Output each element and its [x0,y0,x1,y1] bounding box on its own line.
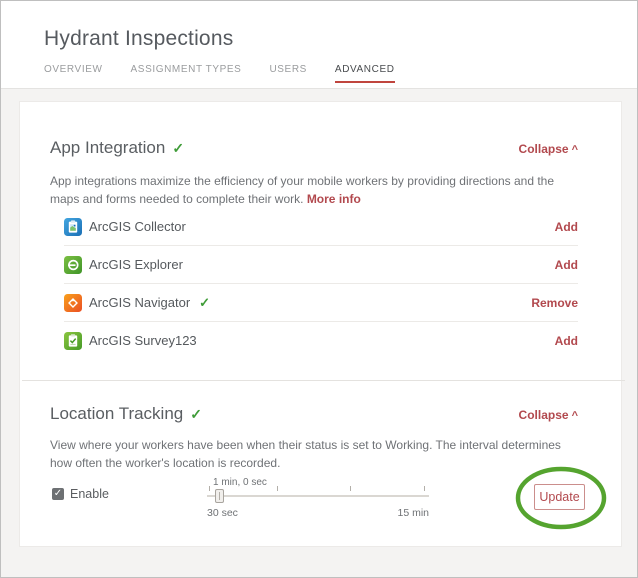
chevron-up-icon: ^ [572,410,578,422]
collector-add-link[interactable]: Add [555,220,578,234]
location-tracking-section: Location Tracking ✓ Collapse^ View where … [20,381,621,541]
slider-max-label: 15 min [397,507,429,519]
arcgis-survey123-app-icon [64,332,82,350]
page-title: Hydrant Inspections [44,27,637,51]
more-info-link[interactable]: More info [307,192,361,206]
slider-tick [209,486,210,491]
section-complete-check-icon: ✓ [172,140,184,156]
interval-slider-handle[interactable] [215,489,224,503]
slider-track[interactable] [207,495,429,497]
location-tracking-controls: ✓ Enable 1 min, 0 sec 30 sec 15 min Upda… [50,477,578,541]
tab-bar: OVERVIEW ASSIGNMENT TYPES USERS ADVANCED [44,64,637,83]
app-row-survey123: ArcGIS Survey123 Add [50,322,578,359]
app-integration-title: App Integration [50,138,165,157]
interval-value-label: 1 min, 0 sec [213,477,267,488]
tab-overview[interactable]: OVERVIEW [44,64,103,83]
slider-min-label: 30 sec [207,507,238,519]
slider-tick [350,486,351,491]
advanced-settings-card: App Integration ✓ Collapse^ App integrati… [19,101,622,547]
app-name: ArcGIS Survey123 [89,333,197,348]
navigator-configured-check-icon: ✓ [199,295,210,311]
enable-checkbox[interactable]: ✓ [52,488,64,500]
chevron-up-icon: ^ [572,144,578,156]
survey123-add-link[interactable]: Add [555,334,578,348]
tab-users[interactable]: USERS [269,64,306,83]
interval-slider: 1 min, 0 sec 30 sec 15 min [207,477,429,519]
explorer-add-link[interactable]: Add [555,258,578,272]
slider-tick [277,486,278,491]
app-row-collector: ArcGIS Collector Add [50,208,578,245]
enable-control: ✓ Enable [52,487,109,501]
section-complete-check-icon: ✓ [190,406,202,422]
tab-advanced[interactable]: ADVANCED [335,64,395,83]
arcgis-navigator-app-icon [64,294,82,312]
app-name: ArcGIS Navigator [89,295,190,310]
location-tracking-collapse-link[interactable]: Collapse^ [519,408,578,422]
app-row-navigator: ArcGIS Navigator ✓ Remove [50,284,578,321]
tab-assignment-types[interactable]: ASSIGNMENT TYPES [131,64,242,83]
app-name: ArcGIS Explorer [89,257,183,272]
workforce-project-page: Hydrant Inspections OVERVIEW ASSIGNMENT … [0,0,638,578]
page-header: Hydrant Inspections OVERVIEW ASSIGNMENT … [1,1,637,89]
update-button[interactable]: Update [534,484,585,510]
location-tracking-title: Location Tracking [50,404,183,423]
app-integration-description: App integrations maximize the efficiency… [50,172,578,208]
app-name: ArcGIS Collector [89,219,186,234]
arcgis-collector-app-icon [64,218,82,236]
enable-label: Enable [70,487,109,501]
navigator-remove-link[interactable]: Remove [531,296,578,310]
app-integration-collapse-link[interactable]: Collapse^ [519,142,578,156]
app-list: ArcGIS Collector Add ArcGIS Explorer Add [50,208,578,359]
app-row-explorer: ArcGIS Explorer Add [50,246,578,283]
app-integration-section: App Integration ✓ Collapse^ App integrati… [20,102,621,359]
slider-tick [424,486,425,491]
location-tracking-description: View where your workers have been when t… [50,436,578,472]
arcgis-explorer-app-icon [64,256,82,274]
